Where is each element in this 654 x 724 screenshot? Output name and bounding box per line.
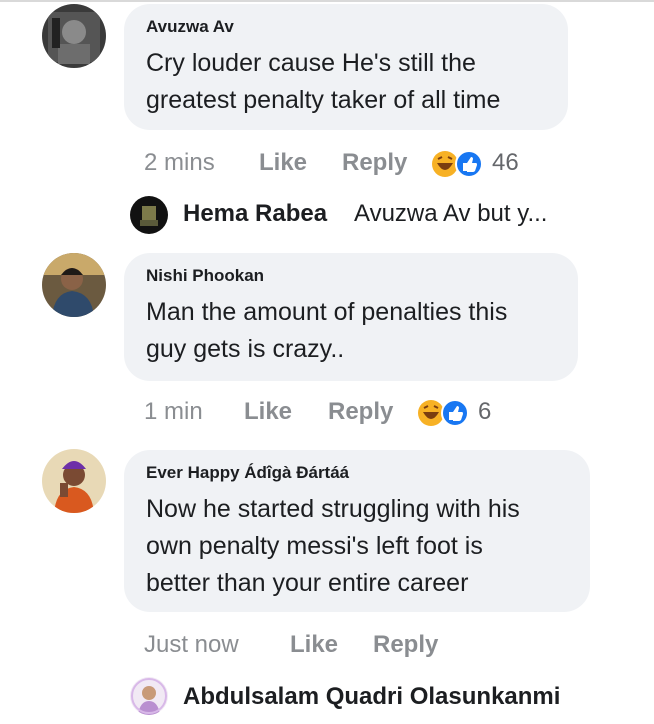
reply-row-bottom[interactable]: Abdulsalam Quadri Olasunkanmi: [0, 677, 654, 717]
comment-text: Now he started struggling with his own p…: [146, 495, 520, 597]
reaction-count[interactable]: 6: [478, 398, 491, 426]
top-divider: [0, 0, 654, 2]
reaction-icons[interactable]: [431, 150, 487, 178]
timestamp[interactable]: Just now: [144, 631, 239, 659]
avatar-photo-icon: [42, 253, 106, 317]
like-button[interactable]: Like: [290, 631, 338, 659]
timestamp[interactable]: 2 mins: [144, 149, 215, 177]
haha-icon: [432, 151, 458, 177]
avatar-photo-icon: [42, 4, 106, 68]
reply-author[interactable]: Hema Rabea: [183, 200, 327, 228]
reaction-count[interactable]: 46: [492, 149, 519, 177]
comment-bubble: Ever Happy Ádîgà Ðártáá Now he started s…: [124, 450, 590, 612]
avatar[interactable]: [42, 253, 106, 317]
avatar[interactable]: [42, 449, 106, 513]
like-button[interactable]: Like: [259, 149, 307, 177]
comment-author[interactable]: Avuzwa Av: [146, 17, 546, 37]
reply-snippet[interactable]: Avuzwa Av but y...: [354, 200, 547, 228]
comment-text: Cry louder cause He's still the greatest…: [146, 49, 501, 114]
reply-button[interactable]: Reply: [342, 149, 407, 177]
timestamp[interactable]: 1 min: [144, 398, 203, 426]
comment-text: Man the amount of penalties this guy get…: [146, 298, 508, 363]
comment-bubble: Nishi Phookan Man the amount of penaltie…: [124, 253, 578, 381]
haha-icon: [418, 400, 444, 426]
comment-author[interactable]: Ever Happy Ádîgà Ðártáá: [146, 463, 568, 483]
reply-author[interactable]: Abdulsalam Quadri Olasunkanmi: [183, 683, 560, 711]
comment-author[interactable]: Nishi Phookan: [146, 266, 556, 286]
comment-bubble: Avuzwa Av Cry louder cause He's still th…: [124, 4, 568, 130]
avatar-photo-icon: [42, 449, 106, 513]
like-button[interactable]: Like: [244, 398, 292, 426]
avatar[interactable]: [42, 4, 106, 68]
reply-avatar: [130, 196, 168, 234]
reply-avatar: [130, 677, 168, 715]
reply-preview-row[interactable]: Hema Rabea Avuzwa Av but y...: [0, 196, 654, 236]
like-reaction-icon: [455, 150, 483, 178]
reply-button[interactable]: Reply: [328, 398, 393, 426]
reply-button[interactable]: Reply: [373, 631, 438, 659]
avatar-photo-icon: [130, 677, 168, 715]
avatar-photo-icon: [130, 196, 168, 234]
reaction-icons[interactable]: [417, 399, 473, 427]
like-reaction-icon: [441, 399, 469, 427]
